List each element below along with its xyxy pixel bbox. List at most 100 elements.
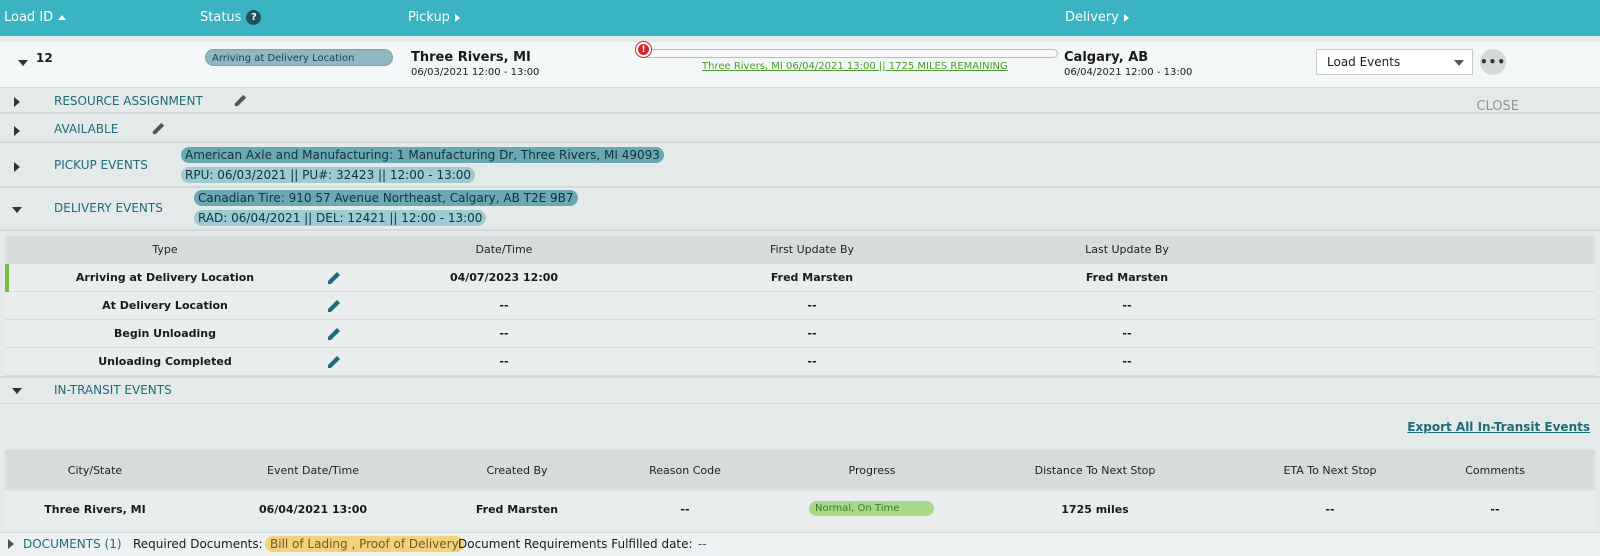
expand-caret-icon[interactable] [14, 126, 20, 136]
status-badge: Arriving at Delivery Location [205, 49, 393, 66]
chevron-down-icon [1454, 60, 1464, 66]
progress-badge: Normal, On Time [809, 501, 934, 516]
table-row[interactable]: At Delivery Location -- -- -- [5, 292, 1595, 320]
edit-pencil-icon[interactable] [326, 326, 342, 342]
table-row[interactable]: Begin Unloading -- -- -- [5, 320, 1595, 348]
trip-progress-bar [643, 49, 1058, 58]
divider [0, 141, 1600, 143]
col-reason-code: Reason Code [649, 464, 721, 477]
transit-table-header: City/State Event Date/Time Created By Re… [5, 450, 1595, 490]
col-city-state: City/State [67, 464, 123, 477]
delivery-address-tag: Canadian Tire: 910 57 Avenue Northeast, … [194, 190, 578, 206]
help-icon[interactable]: ? [246, 10, 262, 25]
load-row[interactable]: 12 Arriving at Delivery Location Three R… [0, 42, 1600, 88]
col-distance: Distance To Next Stop [1034, 464, 1156, 477]
table-row[interactable]: Arriving at Delivery Location 04/07/2023… [5, 264, 1595, 292]
edit-pencil-icon[interactable] [326, 270, 342, 286]
alert-icon[interactable]: ! [636, 42, 651, 57]
transit-eta: -- [1325, 503, 1335, 516]
col-eta: ETA To Next Stop [1283, 464, 1377, 477]
delivery-detail-tag: RAD: 06/04/2021 || DEL: 12421 || 12:00 -… [194, 210, 487, 226]
edit-pencil-icon[interactable] [326, 354, 342, 370]
header-delivery-label: Delivery [1065, 10, 1119, 25]
transit-datetime: 06/04/2021 13:00 [258, 503, 368, 516]
documents-bar: DOCUMENTS (1) Required Documents: Bill o… [0, 532, 1600, 556]
transit-distance: 1725 miles [1061, 503, 1129, 516]
pickup-time: 06/03/2021 12:00 - 13:00 [411, 67, 540, 78]
divider [0, 376, 1600, 378]
transit-reason-code: -- [680, 503, 690, 516]
delivery-time: 06/04/2021 12:00 - 13:00 [1064, 67, 1193, 78]
pickup-city: Three Rivers, MI [411, 50, 531, 65]
divider [0, 186, 1600, 188]
section-resource-assignment[interactable]: RESOURCE ASSIGNMENT [54, 94, 203, 108]
required-documents-label: Required Documents: [133, 537, 263, 551]
col-event-datetime: Event Date/Time [267, 464, 359, 477]
load-events-select[interactable]: Load Events [1316, 49, 1473, 75]
collapse-caret-icon[interactable] [12, 207, 22, 213]
edit-pencil-icon[interactable] [326, 298, 342, 314]
event-first-update: -- [807, 355, 817, 368]
edit-pencil-icon[interactable] [151, 121, 166, 136]
fulfilled-date-label: Document Requirements Fulfilled date: [458, 537, 693, 551]
edit-pencil-icon[interactable] [233, 93, 248, 108]
header-delivery[interactable]: Delivery [1065, 10, 1129, 25]
event-type: Unloading Completed [98, 355, 232, 368]
header-pickup[interactable]: Pickup [408, 10, 460, 25]
section-available[interactable]: AVAILABLE [54, 122, 118, 136]
section-in-transit-events[interactable]: IN-TRANSIT EVENTS [54, 383, 172, 397]
delivery-events-table-header: Type Date/Time First Update By Last Upda… [5, 236, 1595, 264]
event-last-update: -- [1122, 355, 1132, 368]
event-last-update: -- [1122, 299, 1132, 312]
chevron-right-icon [1123, 13, 1129, 22]
expand-caret-icon[interactable] [14, 97, 20, 107]
active-row-indicator [5, 264, 9, 292]
divider [0, 403, 1600, 404]
event-first-update: -- [807, 299, 817, 312]
export-in-transit-link[interactable]: Export All In-Transit Events [1407, 420, 1590, 434]
event-datetime: 04/07/2023 12:00 [449, 271, 559, 284]
event-type: Begin Unloading [113, 327, 216, 340]
event-type: Arriving at Delivery Location [75, 271, 255, 284]
pickup-address-tag: American Axle and Manufacturing: 1 Manuf… [181, 147, 664, 163]
header-load-id-label: Load ID [4, 10, 54, 25]
pickup-detail-tag: RPU: 06/03/2021 || PU#: 32423 || 12:00 -… [181, 167, 476, 183]
transit-created-by: Fred Marsten [475, 503, 559, 516]
event-first-update: Fred Marsten [770, 271, 854, 284]
table-row[interactable]: Unloading Completed -- -- -- [5, 348, 1595, 376]
collapse-caret-icon[interactable] [18, 60, 28, 66]
more-options-button[interactable]: ••• [1480, 49, 1506, 75]
load-events-select-value: Load Events [1327, 55, 1401, 69]
load-id: 12 [36, 51, 53, 65]
event-datetime: -- [499, 355, 509, 368]
table-header: Load ID Status ? Pickup Delivery [0, 0, 1600, 36]
progress-status-link[interactable]: Three Rivers, MI 06/04/2021 13:00 || 172… [702, 61, 1008, 72]
header-load-id[interactable]: Load ID [4, 10, 67, 25]
fulfilled-date-value: -- [698, 537, 707, 551]
sort-ascending-icon [58, 15, 67, 20]
expand-caret-icon[interactable] [14, 162, 20, 172]
col-progress: Progress [848, 464, 896, 477]
divider [0, 112, 1600, 114]
event-last-update: Fred Marsten [1085, 271, 1169, 284]
delivery-city: Calgary, AB [1064, 50, 1149, 65]
expand-caret-icon[interactable] [8, 539, 14, 549]
event-first-update: -- [807, 327, 817, 340]
table-row[interactable]: Three Rivers, MI 06/04/2021 13:00 Fred M… [5, 492, 1595, 528]
col-first-update: First Update By [769, 243, 855, 256]
section-delivery-events[interactable]: DELIVERY EVENTS [54, 201, 163, 215]
header-status-label: Status [200, 10, 242, 25]
col-type: Type [152, 243, 178, 256]
documents-toggle[interactable]: DOCUMENTS (1) [23, 537, 122, 551]
col-last-update: Last Update By [1085, 243, 1169, 256]
chevron-right-icon [454, 13, 460, 22]
header-status[interactable]: Status ? [200, 10, 262, 25]
event-type: At Delivery Location [102, 299, 228, 312]
col-created-by: Created By [486, 464, 548, 477]
col-comments: Comments [1465, 464, 1525, 477]
col-datetime: Date/Time [475, 243, 533, 256]
divider [0, 229, 1600, 231]
collapse-caret-icon[interactable] [12, 388, 22, 394]
event-datetime: -- [499, 299, 509, 312]
section-pickup-events[interactable]: PICKUP EVENTS [54, 158, 148, 172]
